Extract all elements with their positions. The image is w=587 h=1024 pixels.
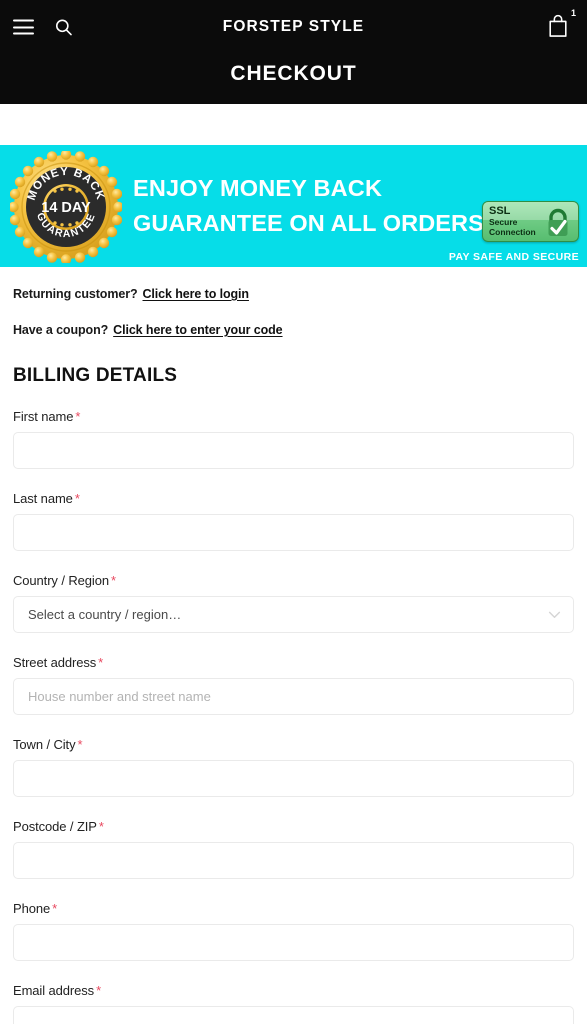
site-header: FORSTEP STYLE 1 CHECKOUT <box>0 0 587 104</box>
postcode-zip-input[interactable] <box>13 842 574 879</box>
brand-title: FORSTEP STYLE <box>222 18 365 35</box>
label-town-city-text: Town / City <box>13 737 76 752</box>
header-bar: FORSTEP STYLE 1 <box>0 0 587 54</box>
required-marker: * <box>74 491 80 506</box>
login-link[interactable]: Click here to login <box>143 287 250 301</box>
required-marker: * <box>52 901 58 916</box>
town-city-input[interactable] <box>13 760 574 797</box>
checkout-content: Returning customer? Click here to login H… <box>0 287 587 1024</box>
checkout-page: FORSTEP STYLE 1 CHECKOUT MONEY BACK GUAR… <box>0 0 587 1024</box>
required-marker: * <box>77 737 83 752</box>
ssl-label-line3: Connection <box>489 227 536 237</box>
field-street-address: Street address * <box>13 655 574 715</box>
label-town-city: Town / City * <box>13 737 574 752</box>
label-last-name: Last name * <box>13 491 574 506</box>
returning-customer-notice: Returning customer? Click here to login <box>13 287 574 301</box>
ssl-secure-connection-badge: SSL Secure Connection <box>482 201 579 242</box>
phone-input[interactable] <box>13 924 574 961</box>
label-street-address: Street address * <box>13 655 574 670</box>
coupon-link[interactable]: Click here to enter your code <box>113 323 282 337</box>
label-last-name-text: Last name <box>13 491 73 506</box>
required-marker: * <box>98 655 104 670</box>
svg-text:14 DAY: 14 DAY <box>41 200 91 216</box>
label-country-region: Country / Region * <box>13 573 574 588</box>
required-marker: * <box>98 819 104 834</box>
money-back-guarantee-seal-icon: MONEY BACK GUARANTEE 14 DAY <box>8 149 124 265</box>
ssl-label-line1: SSL <box>489 205 511 217</box>
first-name-input[interactable] <box>13 432 574 469</box>
last-name-input[interactable] <box>13 514 574 551</box>
coupon-notice: Have a coupon? Click here to enter your c… <box>13 323 574 337</box>
coupon-text: Have a coupon? <box>13 323 109 337</box>
field-first-name: First name * <box>13 409 574 469</box>
field-email-address: Email address * <box>13 983 574 1024</box>
returning-customer-text: Returning customer? <box>13 287 138 301</box>
label-country-region-text: Country / Region <box>13 573 109 588</box>
street-address-input[interactable] <box>13 678 574 715</box>
page-title: CHECKOUT <box>230 62 357 85</box>
field-phone: Phone * <box>13 901 574 961</box>
label-email-address-text: Email address <box>13 983 95 998</box>
shopping-bag-icon[interactable]: 1 <box>547 9 576 40</box>
label-email-address: Email address * <box>13 983 574 998</box>
field-postcode-zip: Postcode / ZIP * <box>13 819 574 879</box>
field-country-region: Country / Region * Select a country / reg… <box>13 573 574 633</box>
billing-details-heading: BILLING DETAILS <box>13 365 178 386</box>
required-marker: * <box>75 409 81 424</box>
padlock-check-icon <box>542 206 574 238</box>
pay-safe-caption: PAY SAFE AND SECURE <box>448 251 579 263</box>
required-marker: * <box>96 983 102 998</box>
label-street-address-text: Street address <box>13 655 97 670</box>
label-postcode-zip-text: Postcode / ZIP <box>13 819 97 834</box>
promo-banner: MONEY BACK GUARANTEE 14 DAY ENJOY MONEY … <box>0 145 587 267</box>
label-phone-text: Phone <box>13 901 51 916</box>
ssl-badge-text: SSL Secure Connection <box>489 206 536 238</box>
ssl-trust-block: SSL Secure Connection PAY SAFE AND SECUR… <box>419 201 579 263</box>
cart-item-count-badge: 1 <box>570 8 576 18</box>
label-phone: Phone * <box>13 901 574 916</box>
field-last-name: Last name * <box>13 491 574 551</box>
label-first-name-text: First name <box>13 409 74 424</box>
label-first-name: First name * <box>13 409 574 424</box>
email-address-input[interactable] <box>13 1006 574 1024</box>
required-marker: * <box>110 573 116 588</box>
header-spacer <box>0 104 587 145</box>
country-region-select[interactable]: Select a country / region… <box>13 596 574 633</box>
country-region-select-wrap: Select a country / region… <box>13 596 574 633</box>
field-town-city: Town / City * <box>13 737 574 797</box>
label-postcode-zip: Postcode / ZIP * <box>13 819 574 834</box>
ssl-label-line2: Secure <box>489 216 518 227</box>
header-right-controls: 1 <box>547 9 576 40</box>
